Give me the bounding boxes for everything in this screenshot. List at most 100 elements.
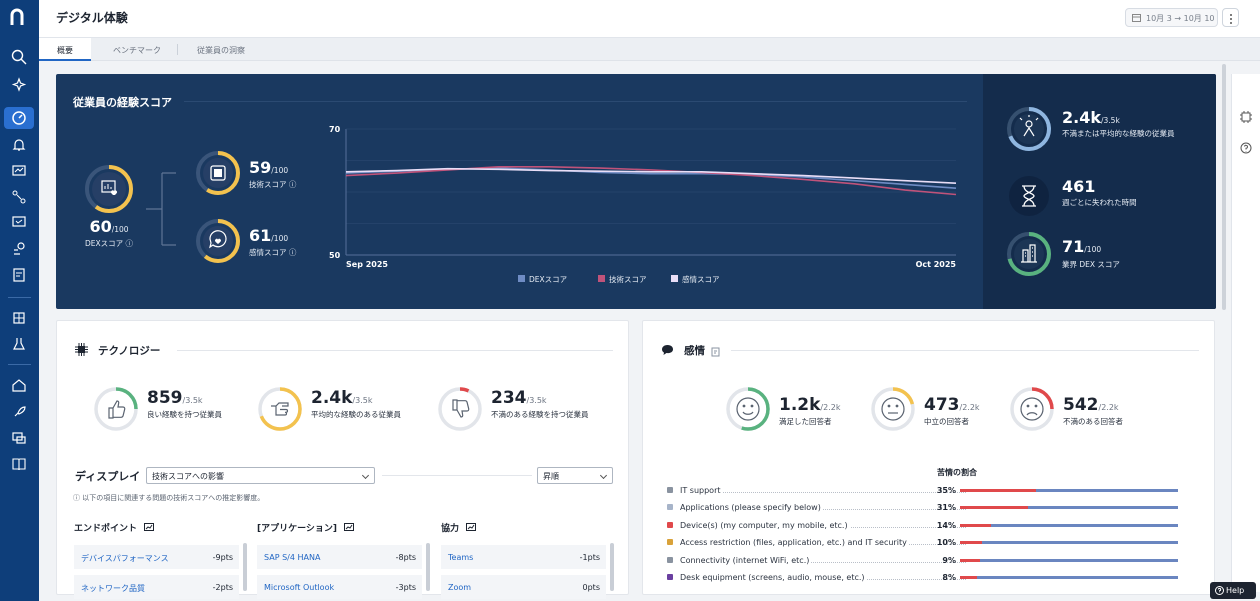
- complaint-category: Access restriction (files, application, …: [666, 537, 966, 551]
- industry-dex-denom: /100: [1084, 245, 1102, 254]
- legend-label: DEXスコア: [529, 275, 567, 284]
- workflow-icon[interactable]: [10, 188, 28, 206]
- smile-icon: [736, 397, 760, 421]
- sidebar: [0, 0, 39, 601]
- tab-benchmark[interactable]: ベンチマーク: [95, 38, 179, 61]
- employee-experience-panel: 従業員の経験スコア 60/100 DEXスコア ⓘ 59/100 技術スコア ⓘ…: [56, 74, 1216, 309]
- sentiment-stat-gauge: [726, 387, 770, 431]
- column-scrollbar[interactable]: [610, 543, 614, 591]
- impact-row[interactable]: Teams -1pts: [441, 545, 606, 569]
- display-select[interactable]: 技術スコアへの影響: [146, 467, 375, 484]
- hero-summary-panel: 2.4k/3.5k 不満または平均的な経験の従業員 461 週ごとに失われた時間…: [983, 74, 1216, 309]
- settings-flow-icon[interactable]: [10, 240, 28, 258]
- info-icon: ⓘ: [73, 494, 80, 502]
- grid-icon[interactable]: [10, 309, 28, 327]
- complaint-percent: 9%: [942, 555, 956, 565]
- tab-employee-insights[interactable]: 従業員の洞察: [181, 38, 261, 61]
- tech-score-denom: /100: [271, 166, 289, 175]
- document-icon: [667, 504, 673, 511]
- search-icon[interactable]: [10, 48, 28, 66]
- y-tick-label: 50: [329, 251, 341, 260]
- impact-row[interactable]: デバイスパフォーマンス -9pts: [74, 545, 239, 569]
- legend-swatch: [598, 275, 605, 282]
- help-circle-icon[interactable]: [1240, 142, 1252, 154]
- impact-item-name[interactable]: デバイスパフォーマンス: [81, 553, 169, 564]
- dex-gauge-icon[interactable]: [10, 109, 28, 127]
- chat-check-icon[interactable]: [10, 214, 28, 232]
- chip-icon: [75, 343, 88, 356]
- impact-row[interactable]: Microsoft Outlook -3pts: [257, 575, 422, 599]
- impact-item-points: -2pts: [212, 583, 233, 592]
- info-icon[interactable]: ⓘ: [289, 248, 297, 257]
- sentiment-score-label: 感情スコア ⓘ: [249, 248, 297, 257]
- unhappy-employees-value: 2.4k: [1062, 108, 1101, 127]
- column-scrollbar[interactable]: [243, 543, 247, 591]
- score-connector: [146, 172, 176, 246]
- legend-label: 技術スコア: [609, 274, 647, 284]
- impact-row[interactable]: SAP S/4 HANA -8pts: [257, 545, 422, 569]
- sad-face-icon: [1020, 397, 1044, 421]
- tech-stat-gauge: [438, 387, 482, 431]
- impact-item-name[interactable]: Teams: [448, 553, 473, 562]
- sentiment-score-value: 61: [249, 226, 272, 245]
- page-header: デジタル体験 10月 3 → 10月 10: [39, 0, 1260, 38]
- impact-item-points: -3pts: [395, 583, 416, 592]
- more-options-button[interactable]: [1222, 8, 1239, 27]
- impact-item-name[interactable]: Zoom: [448, 583, 471, 592]
- column-scrollbar[interactable]: [426, 543, 430, 591]
- app-logo[interactable]: [9, 8, 29, 26]
- title-rule: [731, 350, 1199, 351]
- sentiment-stat-value: 1.2k/2.2k: [779, 395, 841, 415]
- help-button[interactable]: Help: [1210, 582, 1256, 599]
- complaint-bar: [960, 541, 1178, 545]
- industry-dex-value: 71: [1062, 237, 1085, 256]
- dex-score-gauge: [85, 165, 133, 213]
- impact-row[interactable]: Zoom 0pts: [441, 575, 606, 599]
- tech-stat-label: 不満のある経験を持つ従業員: [491, 410, 589, 419]
- info-icon[interactable]: ⓘ: [126, 239, 134, 248]
- x-tick-label: Sep 2025: [346, 260, 388, 269]
- lost-hours-label: 週ごとに失われた時間: [1062, 198, 1137, 207]
- impact-item-name[interactable]: SAP S/4 HANA: [264, 553, 320, 562]
- hero-title-rule: [184, 101, 967, 102]
- bell-icon[interactable]: [10, 136, 28, 154]
- complaint-bar: [960, 576, 1178, 579]
- home-gear-icon[interactable]: [10, 376, 28, 394]
- impact-column-title: 協力: [441, 521, 477, 534]
- sort-select[interactable]: 昇順: [537, 467, 613, 484]
- date-range-picker[interactable]: 10月 3 → 10月 10: [1125, 8, 1218, 27]
- book-icon[interactable]: [10, 455, 28, 473]
- impact-item-points: 0pts: [582, 583, 600, 592]
- chart-icon[interactable]: [344, 523, 355, 531]
- survey-icon[interactable]: [711, 347, 721, 357]
- chart-icon[interactable]: [144, 523, 155, 531]
- chip-icon[interactable]: [1240, 111, 1252, 123]
- monitor-icon[interactable]: [10, 162, 28, 180]
- sparkle-icon[interactable]: [10, 76, 28, 94]
- dex-score-denom: /100: [111, 225, 129, 234]
- tab-overview[interactable]: 概要: [39, 38, 91, 61]
- info-icon[interactable]: ⓘ: [289, 180, 297, 189]
- chat-icon[interactable]: [10, 429, 28, 447]
- complaint-bar: [960, 523, 1178, 527]
- legend-label: 感情スコア: [682, 274, 720, 284]
- impact-item-name[interactable]: Microsoft Outlook: [264, 583, 334, 592]
- sentiment-stat-value: 473/2.2k: [924, 395, 980, 415]
- complaint-bar: [960, 489, 1178, 492]
- impact-row[interactable]: ネットワーク品質 -2pts: [74, 575, 239, 599]
- rocket-icon[interactable]: [10, 403, 28, 421]
- main-scrollbar[interactable]: [1222, 64, 1226, 310]
- phone-icon: [667, 521, 673, 528]
- report-icon[interactable]: [10, 266, 28, 284]
- complaint-label: Access restriction (files, application, …: [680, 538, 909, 548]
- sidebar-divider: [8, 364, 31, 365]
- sentiment-stat-gauge: [871, 387, 915, 431]
- complaint-percent: 31%: [936, 503, 956, 513]
- impact-item-name[interactable]: ネットワーク品質: [81, 583, 145, 594]
- sentiment-score-gauge: [196, 219, 240, 263]
- complaint-label: Device(s) (my computer, my mobile, etc.): [680, 520, 850, 530]
- tech-score-value: 59: [249, 158, 272, 177]
- complaint-category: Connectivity (internet WiFi, etc.): [666, 555, 966, 569]
- lab-icon[interactable]: [10, 335, 28, 353]
- chart-icon[interactable]: [466, 523, 477, 531]
